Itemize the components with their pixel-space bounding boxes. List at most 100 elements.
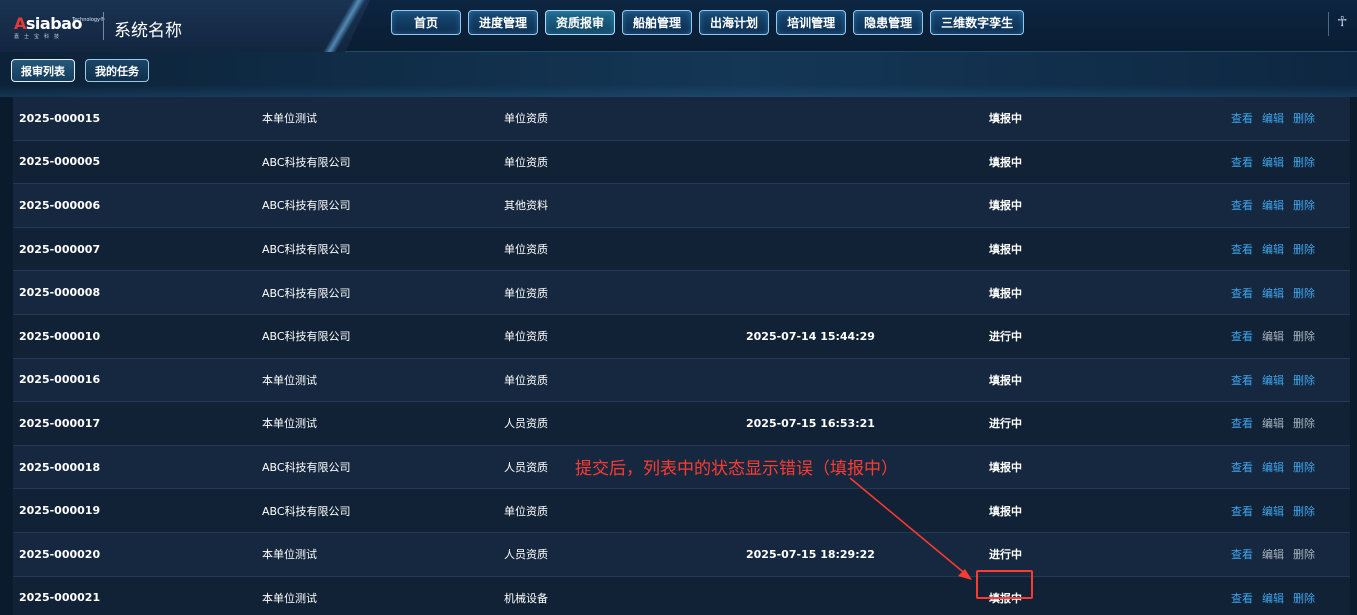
cell-id: 2025-000008 [19, 286, 101, 300]
cell-type: 单位资质 [504, 155, 548, 169]
delete-link[interactable]: 删除 [1293, 503, 1315, 519]
view-link[interactable]: 查看 [1231, 546, 1253, 562]
view-link[interactable]: 查看 [1231, 459, 1253, 475]
view-link[interactable]: 查看 [1231, 110, 1253, 126]
view-link[interactable]: 查看 [1231, 590, 1253, 606]
delete-link[interactable]: 删除 [1293, 241, 1315, 257]
table-row: 2025-000016 本单位测试 单位资质 填报中 查看 编辑 删除 [13, 358, 1350, 403]
view-link[interactable]: 查看 [1231, 154, 1253, 170]
subtab-my-tasks[interactable]: 我的任务 [85, 59, 149, 82]
table-row: 2025-000015 本单位测试 单位资质 填报中 查看 编辑 删除 [13, 97, 1350, 141]
nav-item-1[interactable]: 进度管理 [468, 10, 539, 35]
delete-link[interactable]: 删除 [1293, 372, 1315, 388]
delete-link[interactable]: 删除 [1293, 590, 1315, 606]
edit-link[interactable]: 编辑 [1262, 503, 1284, 519]
system-name: 系统名称 [114, 21, 182, 41]
cell-time: 2025-07-15 16:53:21 [746, 416, 875, 430]
delete-link[interactable]: 删除 [1293, 285, 1315, 301]
cell-status: 填报中 [989, 112, 1022, 126]
edit-link[interactable]: 编辑 [1262, 546, 1284, 562]
row-actions: 查看 编辑 删除 [1231, 315, 1315, 358]
main-nav: 首页 进度管理 资质报审 船舶管理 出海计划 培训管理 隐患管理 三维数字孪生 [391, 10, 1025, 35]
subtab-review-list[interactable]: 报审列表 [11, 59, 75, 82]
edit-link[interactable]: 编辑 [1262, 415, 1284, 431]
row-actions: 查看 编辑 删除 [1231, 184, 1315, 227]
cell-id: 2025-000021 [19, 591, 101, 605]
cell-status: 进行中 [989, 330, 1022, 344]
cell-unit: ABC科技有限公司 [262, 155, 351, 169]
edit-link[interactable]: 编辑 [1262, 110, 1284, 126]
nav-item-2[interactable]: 资质报审 [545, 10, 616, 35]
edit-link[interactable]: 编辑 [1262, 241, 1284, 257]
table-row: 2025-000020 本单位测试 人员资质 2025-07-15 18:29:22 进… [13, 533, 1350, 577]
view-link[interactable]: 查看 [1231, 503, 1253, 519]
cell-type: 人员资质 [504, 417, 548, 431]
delete-link[interactable]: 删除 [1293, 197, 1315, 213]
view-link[interactable]: 查看 [1231, 197, 1253, 213]
cell-type: 单位资质 [504, 243, 548, 257]
delete-link[interactable]: 删除 [1293, 546, 1315, 562]
cell-status: 填报中 [989, 199, 1022, 213]
cell-id: 2025-000006 [19, 198, 101, 212]
cell-unit: 本单位测试 [262, 548, 317, 562]
cell-id: 2025-000017 [19, 416, 101, 430]
cell-time: 2025-07-14 15:44:29 [746, 329, 875, 343]
annotation-highlight-box [976, 570, 1033, 599]
delete-link[interactable]: 删除 [1293, 110, 1315, 126]
row-actions: 查看 编辑 删除 [1231, 402, 1315, 445]
nav-item-3[interactable]: 船舶管理 [622, 10, 693, 35]
cell-id: 2025-000020 [19, 547, 101, 561]
view-link[interactable]: 查看 [1231, 285, 1253, 301]
cell-type: 其他资料 [504, 199, 548, 213]
edit-link[interactable]: 编辑 [1262, 197, 1284, 213]
nav-item-4[interactable]: 出海计划 [699, 10, 770, 35]
logo-subtitle: 嘉士宝科技 [14, 34, 65, 40]
cell-status: 填报中 [989, 243, 1022, 257]
annotation-note: 提交后，列表中的状态显示错误（填报中） [575, 459, 898, 479]
view-link[interactable]: 查看 [1231, 372, 1253, 388]
cell-type: 人员资质 [504, 548, 548, 562]
table-row: 2025-000006 ABC科技有限公司 其他资料 填报中 查看 编辑 删除 [13, 184, 1350, 228]
cell-type: 单位资质 [504, 504, 548, 518]
delete-link[interactable]: 删除 [1293, 328, 1315, 344]
cell-unit: ABC科技有限公司 [262, 199, 351, 213]
cell-status: 填报中 [989, 373, 1022, 387]
row-actions: 查看 编辑 删除 [1231, 228, 1315, 271]
cell-unit: ABC科技有限公司 [262, 286, 351, 300]
edit-link[interactable]: 编辑 [1262, 372, 1284, 388]
edit-link[interactable]: 编辑 [1262, 328, 1284, 344]
cell-id: 2025-000005 [19, 155, 101, 169]
cell-unit: 本单位测试 [262, 591, 317, 605]
cell-type: 人员资质 [504, 461, 548, 475]
edit-link[interactable]: 编辑 [1262, 459, 1284, 475]
row-actions: 查看 编辑 删除 [1231, 271, 1315, 314]
edit-link[interactable]: 编辑 [1262, 590, 1284, 606]
table-row: 2025-000021 本单位测试 机械设备 填报中 查看 编辑 删除 [13, 576, 1350, 615]
table-row: 2025-000008 ABC科技有限公司 单位资质 填报中 查看 编辑 删除 [13, 271, 1350, 315]
brand-divider [103, 12, 104, 40]
cell-status: 填报中 [989, 504, 1022, 518]
header-user-icon[interactable]: ☥ [1328, 12, 1357, 36]
nav-item-0[interactable]: 首页 [391, 10, 461, 35]
nav-item-7[interactable]: 三维数字孪生 [930, 10, 1025, 35]
cell-type: 单位资质 [504, 286, 548, 300]
cell-unit: 本单位测试 [262, 417, 317, 431]
delete-link[interactable]: 删除 [1293, 154, 1315, 170]
table-row: 2025-000010 ABC科技有限公司 单位资质 2025-07-14 15:44… [13, 315, 1350, 359]
view-link[interactable]: 查看 [1231, 415, 1253, 431]
edit-link[interactable]: 编辑 [1262, 285, 1284, 301]
cell-unit: ABC科技有限公司 [262, 461, 351, 475]
nav-item-6[interactable]: 隐患管理 [853, 10, 924, 35]
view-link[interactable]: 查看 [1231, 328, 1253, 344]
cell-unit: ABC科技有限公司 [262, 504, 351, 518]
cell-type: 单位资质 [504, 330, 548, 344]
row-actions: 查看 编辑 删除 [1231, 489, 1315, 532]
delete-link[interactable]: 删除 [1293, 459, 1315, 475]
edit-link[interactable]: 编辑 [1262, 154, 1284, 170]
nav-item-5[interactable]: 培训管理 [776, 10, 847, 35]
view-link[interactable]: 查看 [1231, 241, 1253, 257]
cell-type: 机械设备 [504, 591, 548, 605]
top-header: Technology® Asiabao 嘉士宝科技 系统名称 首页 进度管理 资质报… [0, 0, 1357, 52]
delete-link[interactable]: 删除 [1293, 415, 1315, 431]
cell-id: 2025-000018 [19, 460, 101, 474]
